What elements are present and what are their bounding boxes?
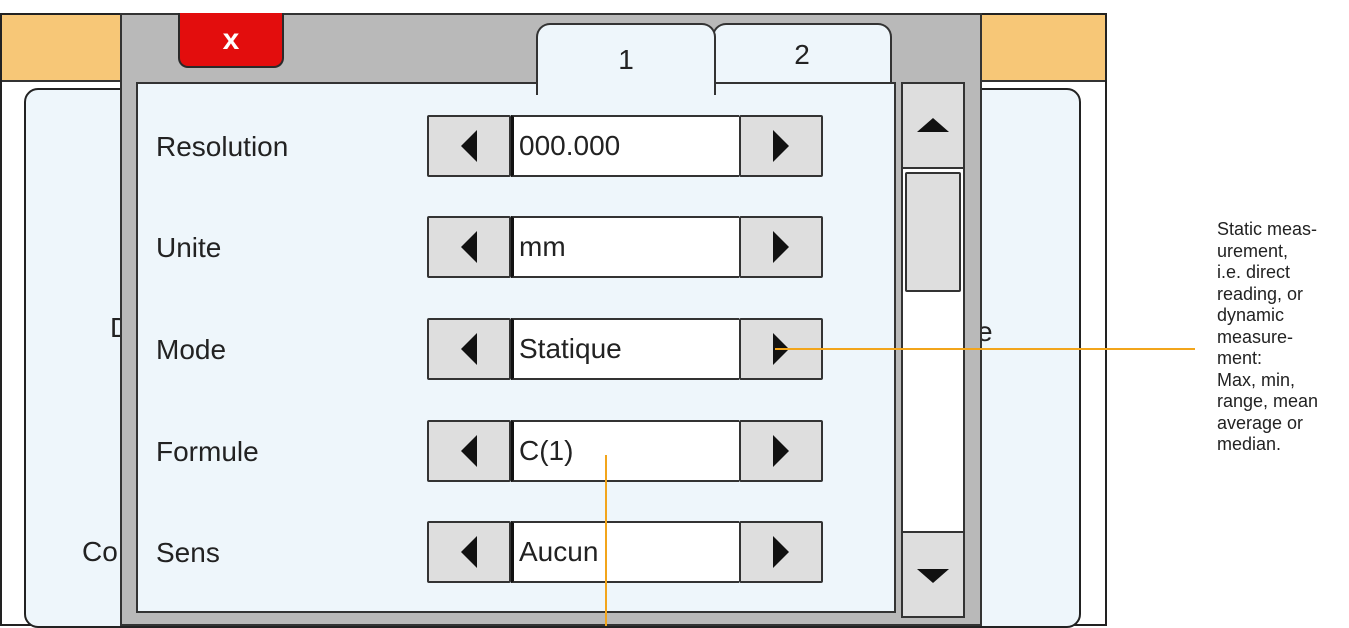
formule-decrease-button[interactable]: [427, 420, 511, 482]
arrow-left-icon: [461, 130, 477, 162]
mode-callout-line: [775, 348, 1195, 350]
close-icon: x: [222, 22, 240, 56]
unite-label: Unite: [156, 232, 222, 263]
resolution-spinner: 000.000: [427, 115, 823, 177]
arrow-right-icon: [773, 435, 789, 467]
unite-increase-button[interactable]: [739, 216, 823, 278]
scroll-up-button[interactable]: [903, 84, 963, 169]
tab-2[interactable]: 2: [712, 23, 892, 85]
tab-1-label: 1: [618, 44, 634, 75]
close-button[interactable]: x: [178, 13, 284, 68]
mode-spinner: Statique: [427, 318, 823, 380]
background-label-3: Co: [82, 536, 118, 567]
arrow-right-icon: [773, 536, 789, 568]
settings-dialog: x 1 2 Resolution 000.000 Unite mm Mode S…: [120, 13, 982, 626]
unite-value: mm: [511, 216, 739, 278]
arrow-left-icon: [461, 333, 477, 365]
mode-decrease-button[interactable]: [427, 318, 511, 380]
resolution-value: 000.000: [511, 115, 739, 177]
scroll-thumb[interactable]: [905, 172, 961, 292]
formule-label: Formule: [156, 436, 259, 467]
sens-spinner: Aucun: [427, 521, 823, 583]
formule-value: C(1): [511, 420, 739, 482]
sens-decrease-button[interactable]: [427, 521, 511, 583]
mode-label: Mode: [156, 334, 227, 365]
arrow-left-icon: [461, 231, 477, 263]
tab-2-label: 2: [794, 39, 810, 70]
unite-decrease-button[interactable]: [427, 216, 511, 278]
sens-value: Aucun: [511, 521, 739, 583]
arrow-left-icon: [461, 435, 477, 467]
scroll-down-button[interactable]: [903, 531, 963, 616]
arrow-left-icon: [461, 536, 477, 568]
arrow-down-icon: [917, 568, 949, 583]
unite-spinner: mm: [427, 216, 823, 278]
sens-label: Sens: [156, 537, 220, 568]
sens-increase-button[interactable]: [739, 521, 823, 583]
resolution-label: Resolution: [156, 131, 289, 162]
arrow-right-icon: [773, 231, 789, 263]
formule-spinner: C(1): [427, 420, 823, 482]
mode-annotation: Static meas- urement, i.e. direct readin…: [1217, 219, 1319, 454]
mode-value: Statique: [511, 318, 739, 380]
tab-1[interactable]: 1: [536, 23, 716, 95]
arrow-up-icon: [917, 117, 949, 132]
vertical-scrollbar[interactable]: [901, 82, 965, 618]
arrow-right-icon: [773, 130, 789, 162]
formule-callout-line: [605, 455, 607, 626]
formule-increase-button[interactable]: [739, 420, 823, 482]
resolution-decrease-button[interactable]: [427, 115, 511, 177]
resolution-increase-button[interactable]: [739, 115, 823, 177]
